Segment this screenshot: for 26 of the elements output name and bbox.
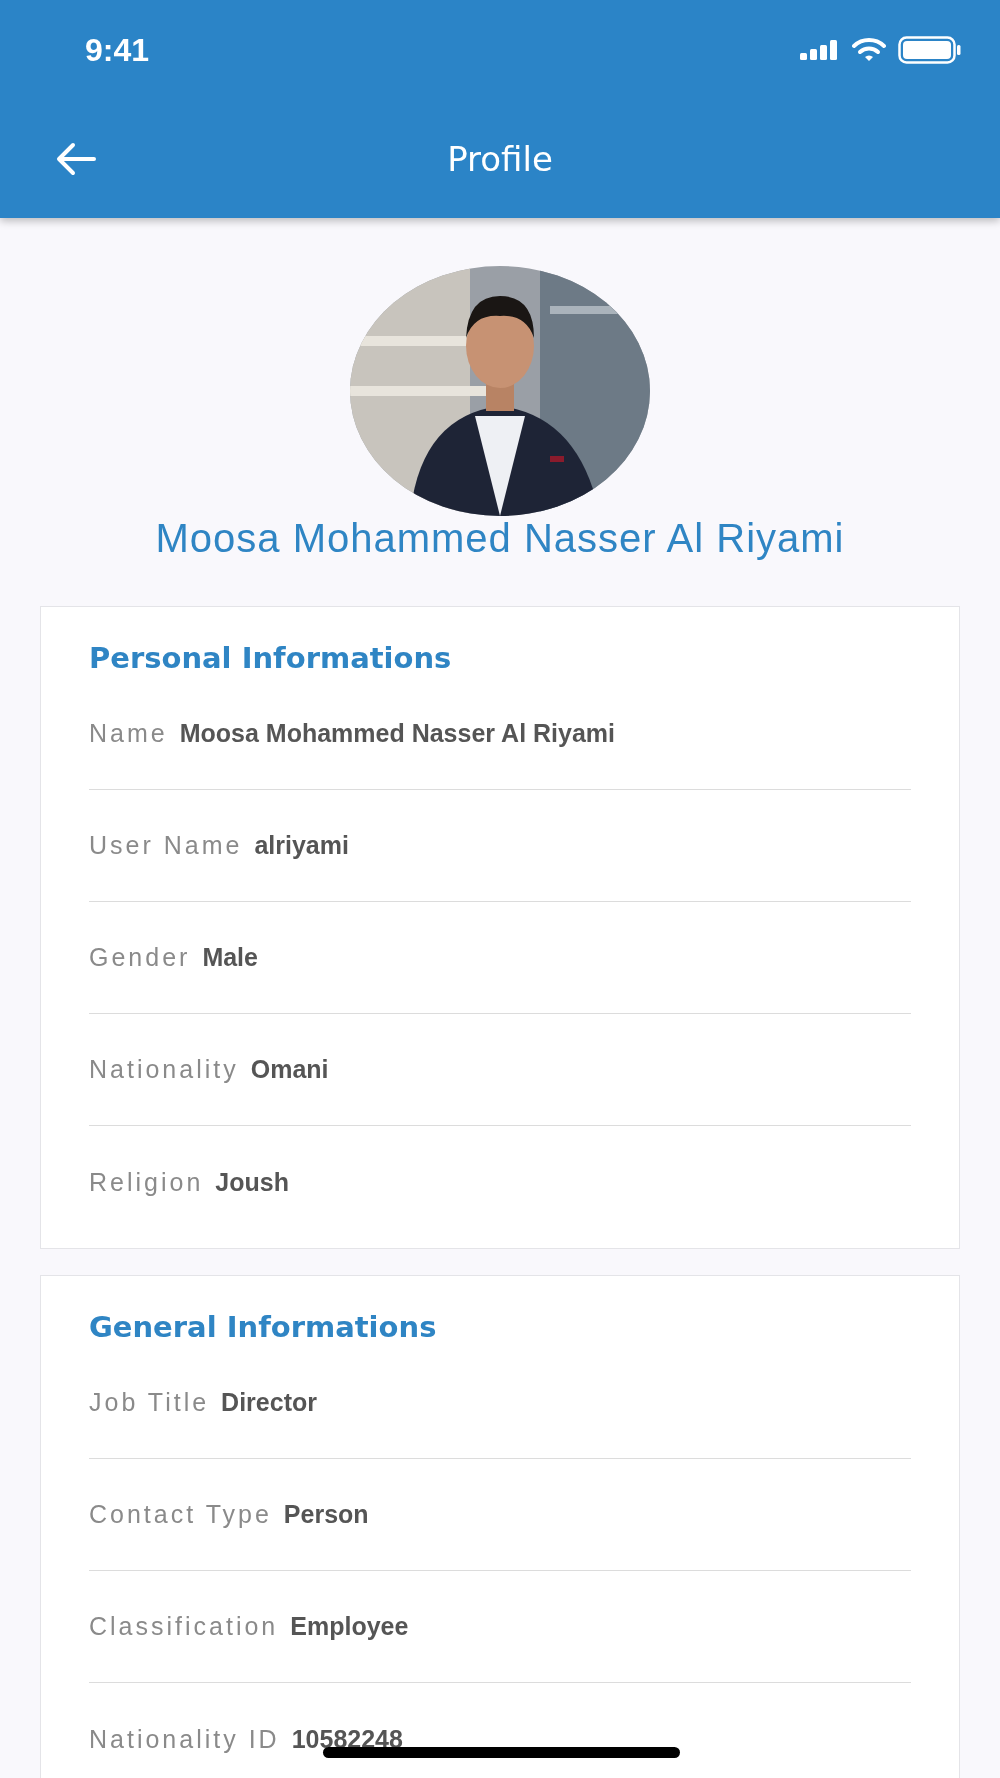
field-label: Religion xyxy=(89,1167,204,1197)
field-label: Gender xyxy=(89,943,191,972)
field-value: alriyami xyxy=(254,831,349,860)
field-value: Male xyxy=(202,943,258,972)
page-title: Profile xyxy=(447,139,553,179)
field-label: Name xyxy=(89,719,168,748)
section-heading: Personal Informations xyxy=(89,640,453,677)
battery-icon xyxy=(898,36,962,64)
field-value: 10582248 xyxy=(291,1724,403,1754)
field-value: Person xyxy=(283,1500,369,1529)
field-value: Director xyxy=(221,1388,317,1417)
field-label: Nationality xyxy=(89,1055,239,1084)
field-value: Joush xyxy=(215,1167,289,1197)
field-value: Moosa Mohammed Nasser Al Riyami xyxy=(179,719,615,748)
field-value: Employee xyxy=(290,1612,409,1641)
field-label: Classification xyxy=(89,1612,279,1641)
signal-icon xyxy=(800,40,840,60)
field-label: User Name xyxy=(89,831,243,860)
status-time: 9:41 xyxy=(85,31,150,69)
profile-name: Moosa Mohammed Nasser Al Riyami xyxy=(155,516,845,560)
field-label: Nationality ID xyxy=(89,1724,280,1754)
field-label: Contact Type xyxy=(89,1500,272,1529)
section-heading: General Informations xyxy=(89,1309,438,1346)
wifi-icon xyxy=(852,38,886,62)
field-value: Omani xyxy=(250,1055,329,1084)
field-label: Job Title xyxy=(89,1388,210,1417)
